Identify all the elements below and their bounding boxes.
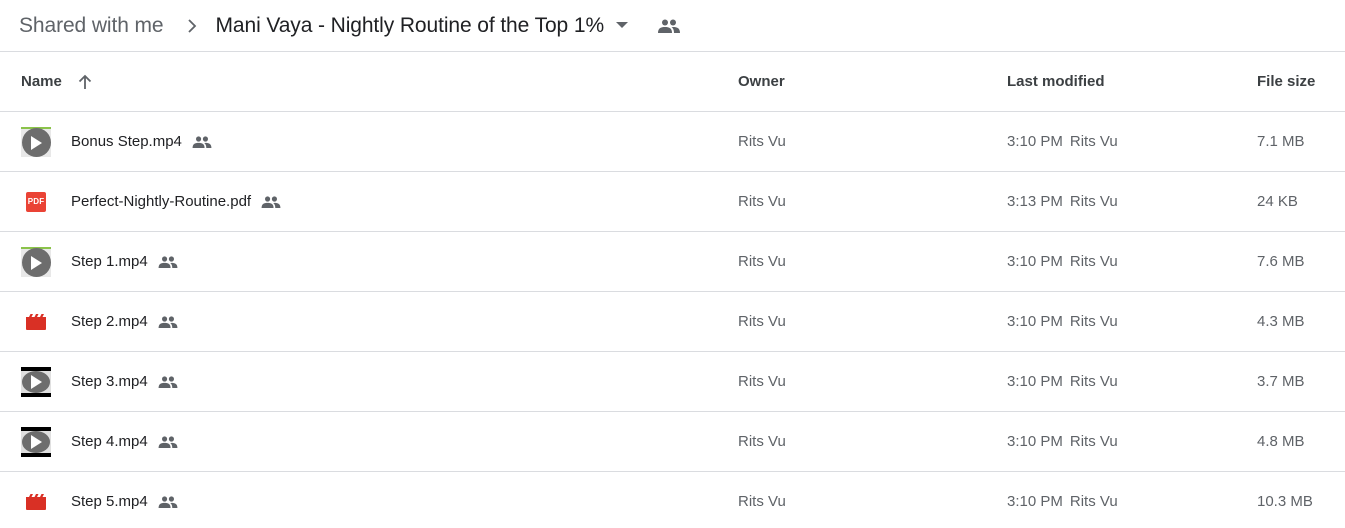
owner: Rits Vu bbox=[738, 133, 786, 150]
file-list: Name Owner Last modified File size Bonus… bbox=[0, 52, 1345, 528]
breadcrumb: Shared with me Mani Vaya - Nightly Routi… bbox=[0, 0, 1345, 52]
owner: Rits Vu bbox=[738, 253, 786, 270]
people-icon bbox=[261, 195, 281, 208]
file-name-cell: Step 3.mp4 bbox=[0, 366, 738, 397]
column-header-owner[interactable]: Owner bbox=[738, 73, 1007, 90]
people-icon bbox=[158, 255, 178, 268]
folder-title: Mani Vaya - Nightly Routine of the Top 1… bbox=[215, 13, 605, 37]
owner: Rits Vu bbox=[738, 373, 786, 390]
column-header-name[interactable]: Name bbox=[0, 73, 738, 90]
last-modified: 3:10 PM Rits Vu bbox=[1007, 313, 1257, 330]
file-name-cell: Step 4.mp4 bbox=[0, 426, 738, 457]
chevron-right-icon bbox=[178, 14, 206, 38]
people-icon bbox=[158, 375, 178, 388]
table-header: Name Owner Last modified File size bbox=[0, 52, 1345, 112]
modified-time: 3:10 PM bbox=[1007, 373, 1063, 390]
modified-time: 3:10 PM bbox=[1007, 253, 1063, 270]
file-name: Step 4.mp4 bbox=[71, 433, 148, 450]
table-row[interactable]: PDF Perfect-Nightly-Routine.pdf Rits Vu … bbox=[0, 172, 1345, 232]
table-row[interactable]: Bonus Step.mp4 Rits Vu 3:10 PM Rits Vu 7.… bbox=[0, 112, 1345, 172]
modified-by: Rits Vu bbox=[1069, 133, 1118, 150]
video-thumbnail bbox=[21, 366, 51, 397]
modified-time: 3:10 PM bbox=[1007, 313, 1063, 330]
modified-time: 3:10 PM bbox=[1007, 433, 1063, 450]
file-name: Step 3.mp4 bbox=[71, 373, 148, 390]
people-icon bbox=[158, 435, 178, 448]
pdf-icon: PDF bbox=[21, 187, 51, 217]
file-size: 4.8 MB bbox=[1257, 433, 1305, 450]
file-size: 7.6 MB bbox=[1257, 253, 1305, 270]
modified-by: Rits Vu bbox=[1069, 193, 1118, 210]
file-size: 7.1 MB bbox=[1257, 133, 1305, 150]
modified-by: Rits Vu bbox=[1069, 373, 1118, 390]
file-size: 10.3 MB bbox=[1257, 493, 1313, 510]
people-icon bbox=[192, 135, 212, 148]
table-row[interactable]: Step 4.mp4 Rits Vu 3:10 PM Rits Vu 4.8 MB bbox=[0, 412, 1345, 472]
last-modified: 3:10 PM Rits Vu bbox=[1007, 133, 1257, 150]
clapperboard-icon bbox=[26, 493, 46, 510]
last-modified: 3:10 PM Rits Vu bbox=[1007, 253, 1257, 270]
last-modified: 3:10 PM Rits Vu bbox=[1007, 493, 1257, 510]
owner: Rits Vu bbox=[738, 193, 786, 210]
column-header-last-modified[interactable]: Last modified bbox=[1007, 73, 1257, 90]
file-size: 3.7 MB bbox=[1257, 373, 1305, 390]
file-size: 4.3 MB bbox=[1257, 313, 1305, 330]
play-icon bbox=[21, 128, 51, 157]
modified-time: 3:10 PM bbox=[1007, 493, 1063, 510]
file-name: Bonus Step.mp4 bbox=[71, 133, 182, 150]
video-thumbnail bbox=[21, 426, 51, 457]
modified-time: 3:10 PM bbox=[1007, 133, 1063, 150]
file-name: Perfect-Nightly-Routine.pdf bbox=[71, 193, 252, 210]
video-file-icon bbox=[21, 307, 51, 337]
file-name-cell: Bonus Step.mp4 bbox=[0, 126, 738, 157]
breadcrumb-shared-with-me[interactable]: Shared with me bbox=[19, 14, 164, 38]
video-thumbnail bbox=[21, 246, 51, 277]
file-name-cell: Step 2.mp4 bbox=[0, 307, 738, 337]
breadcrumb-current-folder[interactable]: Mani Vaya - Nightly Routine of the Top 1… bbox=[216, 14, 631, 38]
table-row[interactable]: Step 2.mp4 Rits Vu 3:10 PM Rits Vu 4.3 MB bbox=[0, 292, 1345, 352]
people-icon bbox=[158, 495, 178, 508]
modified-time: 3:13 PM bbox=[1007, 193, 1063, 210]
video-file-icon bbox=[21, 487, 51, 517]
file-name-cell: PDF Perfect-Nightly-Routine.pdf bbox=[0, 187, 738, 217]
file-name: Step 5.mp4 bbox=[71, 493, 148, 510]
last-modified: 3:10 PM Rits Vu bbox=[1007, 433, 1257, 450]
people-icon[interactable] bbox=[658, 19, 681, 33]
video-thumbnail-icon bbox=[21, 426, 51, 457]
last-modified: 3:13 PM Rits Vu bbox=[1007, 193, 1257, 210]
last-modified: 3:10 PM Rits Vu bbox=[1007, 373, 1257, 390]
play-icon bbox=[22, 370, 50, 393]
column-header-file-size[interactable]: File size bbox=[1257, 73, 1345, 90]
table-row[interactable]: Step 1.mp4 Rits Vu 3:10 PM Rits Vu 7.6 MB bbox=[0, 232, 1345, 292]
modified-by: Rits Vu bbox=[1069, 313, 1118, 330]
file-name-cell: Step 5.mp4 bbox=[0, 487, 738, 517]
modified-by: Rits Vu bbox=[1069, 433, 1118, 450]
arrow-up-icon[interactable] bbox=[78, 74, 92, 90]
clapperboard-icon bbox=[26, 313, 46, 330]
file-name: Step 1.mp4 bbox=[71, 253, 148, 270]
video-thumbnail-icon bbox=[21, 246, 51, 277]
play-icon bbox=[21, 248, 51, 277]
owner: Rits Vu bbox=[738, 433, 786, 450]
video-thumbnail-icon bbox=[21, 366, 51, 397]
modified-by: Rits Vu bbox=[1069, 253, 1118, 270]
file-name-cell: Step 1.mp4 bbox=[0, 246, 738, 277]
owner: Rits Vu bbox=[738, 313, 786, 330]
owner: Rits Vu bbox=[738, 493, 786, 510]
arrow-drop-down-icon[interactable] bbox=[616, 21, 630, 31]
play-icon bbox=[22, 430, 50, 453]
table-row[interactable]: Step 5.mp4 Rits Vu 3:10 PM Rits Vu 10.3 M… bbox=[0, 472, 1345, 528]
video-thumbnail bbox=[21, 126, 51, 157]
people-icon bbox=[158, 315, 178, 328]
table-row[interactable]: Step 3.mp4 Rits Vu 3:10 PM Rits Vu 3.7 MB bbox=[0, 352, 1345, 412]
video-thumbnail-icon bbox=[21, 126, 51, 157]
file-name: Step 2.mp4 bbox=[71, 313, 148, 330]
file-size: 24 KB bbox=[1257, 193, 1298, 210]
pdf-label: PDF bbox=[26, 191, 46, 212]
modified-by: Rits Vu bbox=[1069, 493, 1118, 510]
